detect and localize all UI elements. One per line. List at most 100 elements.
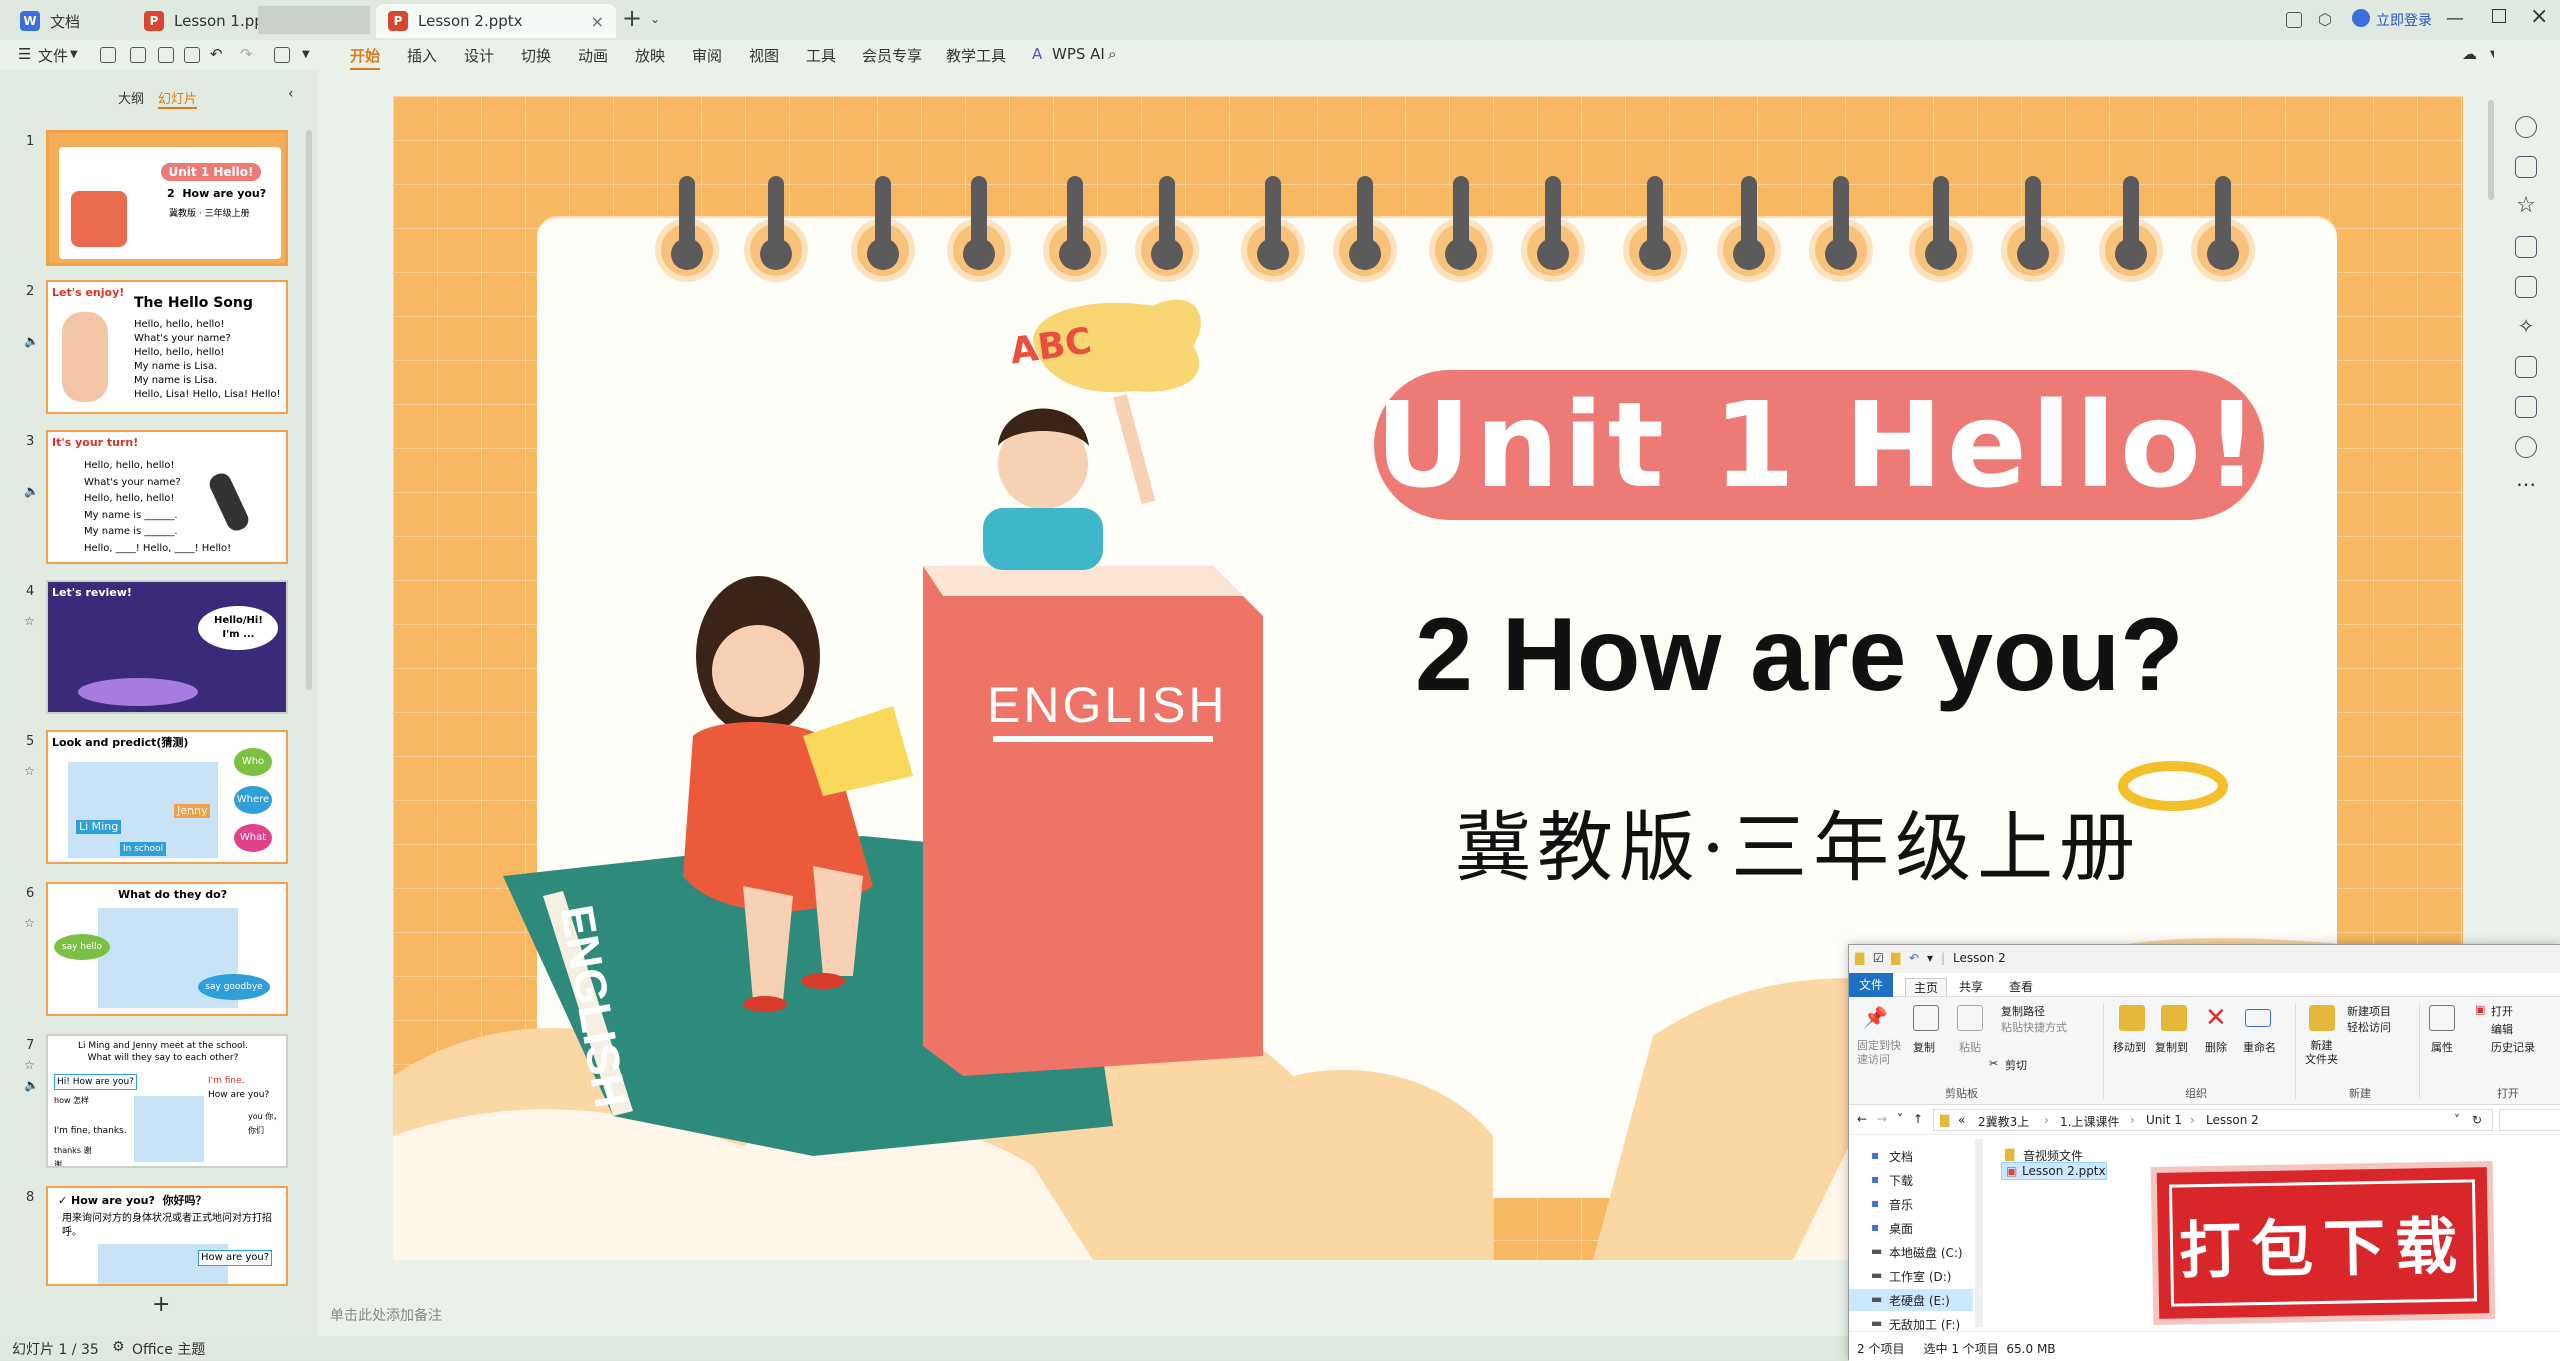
chevron-down-icon[interactable]: ˅	[1897, 1112, 1903, 1126]
paste-shortcut-button[interactable]: 粘贴快捷方式	[2001, 1019, 2067, 1035]
pin-icon[interactable]: 📌	[1863, 1005, 1889, 1031]
menu-view[interactable]: 视图	[749, 45, 779, 66]
slide-thumb-6[interactable]: What do they do? say hello say goodbye	[46, 882, 288, 1016]
add-icon[interactable]	[2515, 116, 2537, 138]
selected-file-row[interactable]: ▣ Lesson 2.pptx	[2001, 1162, 2107, 1180]
settings-sliders-icon[interactable]	[2515, 156, 2537, 178]
menu-member[interactable]: 会员专享	[862, 45, 922, 66]
paste-icon[interactable]	[1957, 1005, 1983, 1031]
slide-thumb-2[interactable]: Let's enjoy! The Hello Song Hello, hello…	[46, 280, 288, 414]
path-segment[interactable]: 1.上课课件	[2060, 1113, 2119, 1130]
path-segment[interactable]: «	[1958, 1113, 1965, 1127]
hamburger-icon[interactable]: ☰	[18, 45, 31, 63]
history-button[interactable]: 历史记录	[2491, 1039, 2535, 1055]
edit-button[interactable]: 编辑	[2491, 1021, 2513, 1037]
slide-thumb-1[interactable]: Unit 1 Hello! 2 How are you? 冀教版 · 三年级上册	[46, 130, 288, 266]
nav-item-drive-e[interactable]: ▬ 老硬盘 (E:)	[1849, 1289, 1973, 1311]
slide-thumb-3[interactable]: It's your turn! Hello, hello, hello! Wha…	[46, 430, 288, 564]
more-icon[interactable]: ⋯	[2515, 474, 2537, 498]
properties-icon[interactable]: ☑	[1873, 951, 1884, 965]
menu-teaching-tools[interactable]: 教学工具	[946, 45, 1006, 66]
address-bar[interactable]: ▇ « 2冀教3上 › 1.上课课件 › Unit 1 › Lesson 2 ˅…	[1933, 1109, 2493, 1131]
menu-design[interactable]: 设计	[464, 45, 494, 66]
path-segment[interactable]: 2冀教3上	[1978, 1113, 2029, 1130]
notes-placeholder[interactable]: 单击此处添加备注	[330, 1305, 442, 1325]
tab-lesson2[interactable]: P Lesson 2.pptx ×	[376, 4, 616, 38]
cloud-sync-icon[interactable]: ☁	[2462, 45, 2477, 63]
easy-access-button[interactable]: 轻松访问	[2347, 1019, 2391, 1035]
explorer-tab-view[interactable]: 查看	[2009, 978, 2033, 995]
menu-tools[interactable]: 工具	[806, 45, 836, 66]
close-window-icon[interactable]: ×	[2530, 4, 2548, 29]
redo-icon[interactable]: ↷	[240, 45, 253, 63]
back-icon[interactable]: ←	[1857, 1112, 1867, 1126]
chevron-down-icon[interactable]: ▼	[302, 49, 310, 60]
help-icon[interactable]	[2515, 436, 2537, 458]
nav-scrollbar[interactable]	[1975, 1139, 1983, 1327]
undo-icon[interactable]: ↶	[210, 45, 223, 63]
menu-review[interactable]: 审阅	[692, 45, 722, 66]
file-menu[interactable]: 文件	[38, 45, 68, 66]
tab-outline[interactable]: 大纲	[118, 88, 144, 107]
close-tab-icon[interactable]: ×	[591, 12, 604, 31]
download-stamp[interactable]: 打包下载	[2156, 1167, 2490, 1319]
copy-to-icon[interactable]	[2161, 1005, 2187, 1031]
copy-path-button[interactable]: 复制路径	[2001, 1003, 2045, 1019]
rename-icon[interactable]	[2245, 1009, 2271, 1027]
nav-item-downloads[interactable]: ▪ 下载	[1849, 1169, 1973, 1191]
refresh-icon[interactable]: ↻	[2472, 1113, 2482, 1127]
login-link[interactable]: 立即登录	[2376, 10, 2432, 30]
save-icon[interactable]	[100, 47, 116, 63]
explorer-tab-share[interactable]: 共享	[1959, 978, 1983, 995]
format-painter-icon[interactable]	[274, 47, 290, 63]
chevron-down-icon[interactable]: ˅	[2454, 1113, 2460, 1127]
forward-icon[interactable]: →	[1877, 1112, 1887, 1126]
template-icon[interactable]	[2515, 396, 2537, 418]
file-item[interactable]: Lesson 2.pptx	[2022, 1164, 2106, 1178]
nav-item-docs[interactable]: ▪ 文档	[1849, 1145, 1973, 1167]
menu-transition[interactable]: 切换	[521, 45, 551, 66]
theme-name[interactable]: Office 主题	[132, 1339, 205, 1359]
search-icon[interactable]: ⌕	[1108, 45, 1116, 63]
add-slide-button[interactable]: +	[152, 1292, 170, 1317]
star-icon[interactable]: ☆	[2515, 195, 2537, 218]
undo-icon[interactable]: ↶	[1909, 951, 1919, 965]
tab-docs[interactable]: W 文档	[8, 4, 138, 38]
wps-ai-button[interactable]: WPS AI	[1052, 45, 1105, 63]
menu-insert[interactable]: 插入	[407, 45, 437, 66]
cut-button[interactable]: 剪切	[2005, 1057, 2027, 1073]
menu-home[interactable]: 开始	[350, 45, 381, 71]
new-item-button[interactable]: 新建项目	[2347, 1003, 2391, 1019]
collapse-panel-icon[interactable]: ‹	[288, 86, 294, 102]
slide-thumb-5[interactable]: Look and predict(猜测) Li Ming Jenny In sc…	[46, 730, 288, 864]
new-tab-button[interactable]: +	[622, 4, 642, 32]
new-folder-icon[interactable]: ▇	[1891, 951, 1900, 965]
restore-icon[interactable]	[2492, 9, 2506, 23]
cube-icon[interactable]: ⬡	[2318, 10, 2332, 29]
slide-thumb-8[interactable]: ✓ How are you? 你好吗？ 用来询问对方的身体状况或者正式地问对方打…	[46, 1186, 288, 1286]
tab-list-chevron-icon[interactable]: ⌄	[650, 12, 660, 26]
new-folder-icon[interactable]	[2309, 1005, 2335, 1031]
tab-slides[interactable]: 幻灯片	[158, 88, 198, 109]
nav-item-music[interactable]: ▪ 音乐	[1849, 1193, 1973, 1215]
path-segment[interactable]: Unit 1	[2146, 1113, 2182, 1127]
window-layout-icon[interactable]	[2286, 12, 2302, 28]
explorer-tab-file[interactable]: 文件	[1849, 973, 1893, 997]
nav-item-drive-d[interactable]: ▬ 工作室 (D:)	[1849, 1265, 1973, 1287]
path-segment[interactable]: Lesson 2	[2206, 1113, 2259, 1127]
explorer-tab-home[interactable]: 主页	[1905, 978, 1948, 996]
search-box[interactable]	[2499, 1109, 2560, 1131]
delete-icon[interactable]: ✕	[2205, 1003, 2227, 1033]
image-icon[interactable]	[2515, 276, 2537, 298]
open-button[interactable]: 打开	[2491, 1003, 2513, 1019]
book-icon[interactable]	[2515, 356, 2537, 378]
nav-item-desktop[interactable]: ▪ 桌面	[1849, 1217, 1973, 1239]
nav-item-drive-c[interactable]: ▬ 本地磁盘 (C:)	[1849, 1241, 1973, 1263]
move-to-icon[interactable]	[2119, 1005, 2145, 1031]
copy-icon[interactable]	[1913, 1005, 1939, 1031]
panel-scrollbar[interactable]	[306, 130, 312, 690]
menu-animation[interactable]: 动画	[578, 45, 608, 66]
magic-wand-icon[interactable]: ✧	[2515, 316, 2537, 338]
chevron-down-icon[interactable]: ▾	[1927, 951, 1933, 965]
minimize-icon[interactable]: —	[2446, 8, 2464, 29]
